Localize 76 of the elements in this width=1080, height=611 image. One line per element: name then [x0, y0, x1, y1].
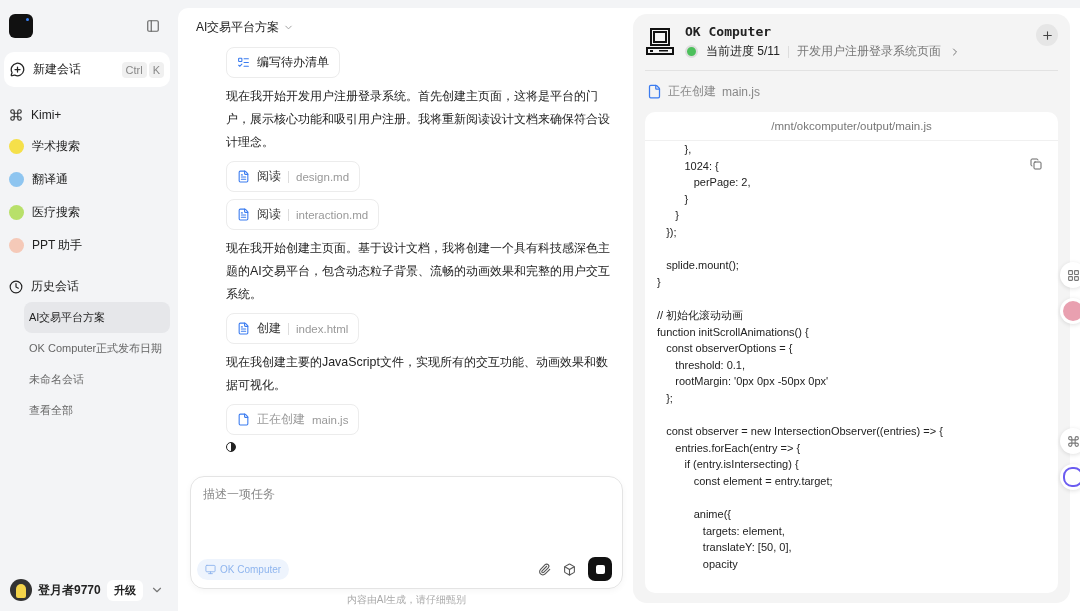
file-chip[interactable]: 创建 index.html — [226, 313, 360, 344]
code-line: function initScrollAnimations() { — [657, 324, 809, 340]
code-line: 1024: { — [683, 158, 719, 174]
app-logo — [9, 14, 33, 38]
attach-icon[interactable] — [538, 562, 551, 576]
document-icon — [237, 208, 250, 221]
monitor-icon — [205, 563, 216, 575]
code-line: perPage: 2, — [692, 175, 751, 191]
code-line: rootMargin: '0px 0px -50px 0px' — [674, 374, 829, 390]
new-chat-button[interactable]: 新建会话 Ctrl K — [4, 52, 170, 87]
code-line: }); — [665, 224, 677, 240]
sidebar-item[interactable]: 学术搜索 — [4, 131, 170, 162]
disclaimer: 内容由AI生成，请仔细甄别 — [346, 593, 467, 607]
stop-button[interactable] — [588, 557, 612, 581]
code-line: }, — [683, 142, 692, 157]
document-icon — [237, 322, 250, 335]
chat-plus-icon — [10, 62, 25, 77]
document-icon — [237, 170, 250, 183]
loading-icon — [226, 442, 236, 452]
sidebar-toggle-icon[interactable] — [146, 19, 160, 33]
upgrade-button[interactable]: 升级 — [106, 579, 143, 601]
clock-icon — [9, 279, 23, 294]
task-chip[interactable]: 编写待办清单 — [226, 47, 340, 78]
status-action: 正在创建 — [668, 83, 716, 100]
sidebar-item[interactable]: PPT 助手 — [4, 230, 170, 261]
computer-icon — [645, 27, 675, 57]
command-icon — [1066, 434, 1080, 448]
file-path: /mnt/okcomputer/output/main.js — [645, 112, 1058, 141]
code-line: const observerOptions = { — [665, 341, 793, 357]
message-text: 现在我创建主要的JavaScript文件，实现所有的交互功能、动画效果和数据可视化。 — [226, 354, 609, 394]
code-line: entries.forEach(entry => { — [674, 440, 801, 456]
copy-button[interactable] — [1030, 158, 1042, 170]
history-item[interactable]: OK Computer正式发布日期 — [24, 333, 170, 364]
code-line: translateY: [50, 0], — [701, 540, 792, 556]
user-name: 登月者9770 — [38, 581, 101, 599]
code-line: splide.mount(); — [665, 258, 739, 274]
file-chip[interactable]: 阅读 interaction.md — [226, 199, 380, 230]
copy-icon — [1030, 158, 1042, 170]
grid-icon — [1066, 268, 1080, 282]
history-item[interactable]: 未命名会话 — [24, 364, 170, 395]
cube-icon[interactable] — [563, 562, 576, 576]
code-line: targets: element, — [701, 523, 785, 539]
code-line: } — [683, 191, 689, 207]
message-text: 现在我开始创建主页面。基于设计文档，我将创建一个具有科技感深色主题的AI交易平台，包含动态粒子背景、流畅的动画效果和完整的用户交互系统。 — [226, 240, 611, 303]
checklist-icon — [237, 56, 250, 69]
status-file: main.js — [722, 84, 760, 99]
code-line: anime({ — [692, 507, 731, 523]
file-icon — [647, 84, 662, 99]
code-line: } — [674, 208, 679, 224]
expand-button[interactable] — [1036, 24, 1058, 46]
code-line: const observer = new IntersectionObserver((entries) => { — [665, 424, 943, 440]
code-line: }; — [665, 390, 673, 406]
code-line: // 初始化滚动动画 — [657, 307, 744, 323]
sidebar-item[interactable]: Kimi+ — [4, 101, 170, 129]
history-item[interactable]: AI交易平台方案 — [24, 302, 170, 333]
file-chip[interactable]: 阅读 design.md — [226, 161, 361, 192]
code-line: } — [657, 274, 661, 290]
user-avatar — [10, 579, 32, 601]
chat-title[interactable]: AI交易平台方案 — [196, 18, 280, 36]
sidebar-item[interactable]: 医疗搜索 — [4, 197, 170, 228]
code-line: if (entry.isIntersecting) { — [683, 457, 799, 473]
message-text: 现在我开始开发用户注册登录系统。首先创建主页面，这将是平台的门户，展示核心功能和吸引用户注册。我将重新阅读设计文档来确保符合设计理念。 — [226, 88, 611, 151]
sidebar-item[interactable]: 翻译通 — [4, 164, 170, 195]
code-line: opacity — [701, 556, 738, 572]
history-heading: 历史会话 — [31, 278, 79, 295]
panel-title: OK Computer — [685, 24, 773, 39]
shortcut-key: K — [148, 61, 164, 78]
step-link[interactable]: 开发用户注册登录系统页面 — [796, 43, 941, 60]
file-icon — [237, 413, 250, 426]
shortcut-key: Ctrl — [121, 61, 147, 78]
progress-text: 当前进度 5/11 — [706, 43, 780, 60]
code-line: threshold: 0.1, — [674, 357, 746, 373]
view-all-link[interactable]: 查看全部 — [24, 395, 170, 426]
code-line: const element = entry.target; — [692, 473, 833, 489]
status-dot — [685, 45, 698, 58]
plus-icon — [1040, 28, 1054, 42]
